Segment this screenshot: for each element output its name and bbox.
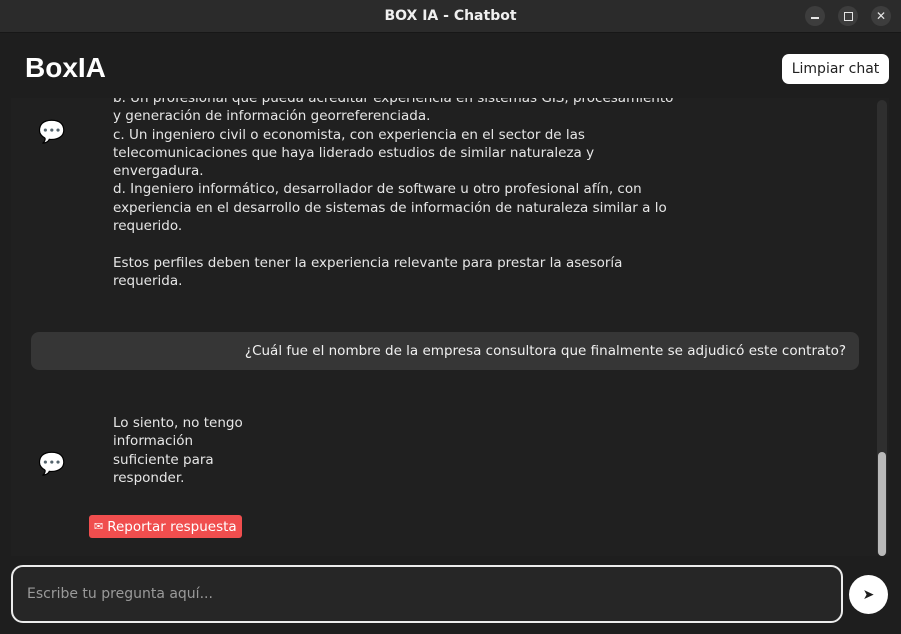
send-button[interactable]: ➤ <box>849 575 888 614</box>
app-title: BoxIA <box>25 52 106 83</box>
minimize-icon <box>811 17 819 19</box>
user-message-text: ¿Cuál fue el nombre de la empresa consul… <box>244 343 846 359</box>
bot-message-text: b. Un profesional que pueda acreditar ex… <box>113 98 674 289</box>
chat-history[interactable]: 💬 b. Un profesional que pueda acreditar … <box>11 98 889 556</box>
send-icon: ➤ <box>862 586 875 602</box>
chat-bubble-icon: 💬 <box>38 120 66 145</box>
minimize-button[interactable] <box>805 6 825 26</box>
envelope-icon: ✉ <box>94 520 104 533</box>
report-response-label: Reportar respuesta <box>107 518 237 535</box>
maximize-icon <box>843 11 853 21</box>
close-button[interactable]: ✕ <box>871 6 891 26</box>
user-message: ¿Cuál fue el nombre de la empresa consul… <box>31 332 859 370</box>
chat-scrollbar-thumb[interactable] <box>878 452 886 556</box>
chat-bubble-icon: 💬 <box>38 452 66 477</box>
report-response-button[interactable]: ✉ Reportar respuesta <box>89 515 242 538</box>
question-input-container <box>11 565 843 623</box>
close-icon: ✕ <box>875 9 887 23</box>
maximize-button[interactable] <box>838 6 858 26</box>
clear-chat-button[interactable]: Limpiar chat <box>782 54 889 84</box>
question-input[interactable] <box>13 567 841 621</box>
bot-message-text: Lo siento, no tengo información suficien… <box>113 415 243 486</box>
window-titlebar: BOX IA - Chatbot ✕ <box>0 0 901 33</box>
window-title: BOX IA - Chatbot <box>384 8 517 24</box>
